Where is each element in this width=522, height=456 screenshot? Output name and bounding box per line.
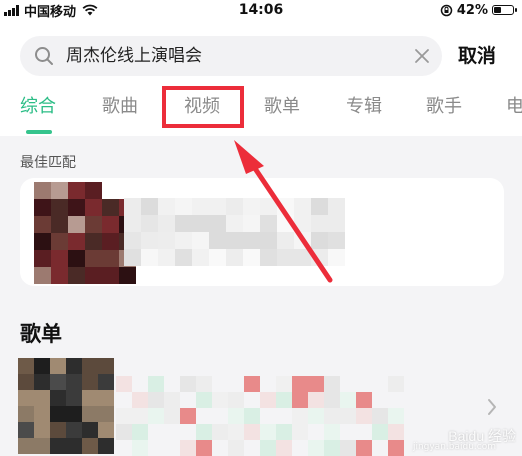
best-match-card[interactable] bbox=[20, 178, 504, 286]
tab-playlists[interactable]: 歌单 bbox=[264, 88, 300, 128]
status-bar: 中国移动 14:06 42% bbox=[0, 0, 522, 20]
search-header: 周杰伦线上演唱会 取消 综合 歌曲 视频 歌单 专辑 歌手 电 bbox=[0, 20, 522, 136]
playlist-section-title: 歌单 bbox=[20, 322, 62, 346]
watermark-url: jingyan.baidu.com bbox=[412, 442, 496, 452]
battery-percent: 42% bbox=[456, 2, 488, 18]
tab-artists[interactable]: 歌手 bbox=[426, 88, 462, 128]
chevron-right-icon[interactable] bbox=[486, 398, 498, 416]
cancel-button[interactable]: 取消 bbox=[458, 36, 518, 76]
best-match-info bbox=[124, 198, 345, 268]
playlist-cover bbox=[18, 358, 114, 454]
rotation-lock-icon bbox=[440, 4, 453, 16]
result-tabs: 综合 歌曲 视频 歌单 专辑 歌手 电 bbox=[0, 88, 522, 134]
best-match-label: 最佳匹配 bbox=[20, 155, 76, 171]
search-input[interactable]: 周杰伦线上演唱会 bbox=[20, 36, 442, 76]
tab-all[interactable]: 综合 bbox=[20, 88, 56, 128]
status-right: 42% bbox=[440, 0, 517, 20]
tab-albums[interactable]: 专辑 bbox=[346, 88, 382, 128]
search-icon bbox=[35, 47, 53, 65]
tab-more[interactable]: 电 bbox=[506, 88, 522, 128]
close-icon[interactable] bbox=[414, 48, 430, 64]
tab-songs[interactable]: 歌曲 bbox=[102, 88, 138, 128]
active-tab-indicator bbox=[26, 130, 52, 134]
playlist-item[interactable] bbox=[0, 354, 522, 456]
artist-avatar bbox=[34, 182, 136, 284]
search-query: 周杰伦线上演唱会 bbox=[66, 46, 202, 66]
battery-icon bbox=[492, 5, 517, 15]
playlist-info bbox=[116, 376, 416, 456]
annotation-highlight-box bbox=[162, 86, 244, 128]
